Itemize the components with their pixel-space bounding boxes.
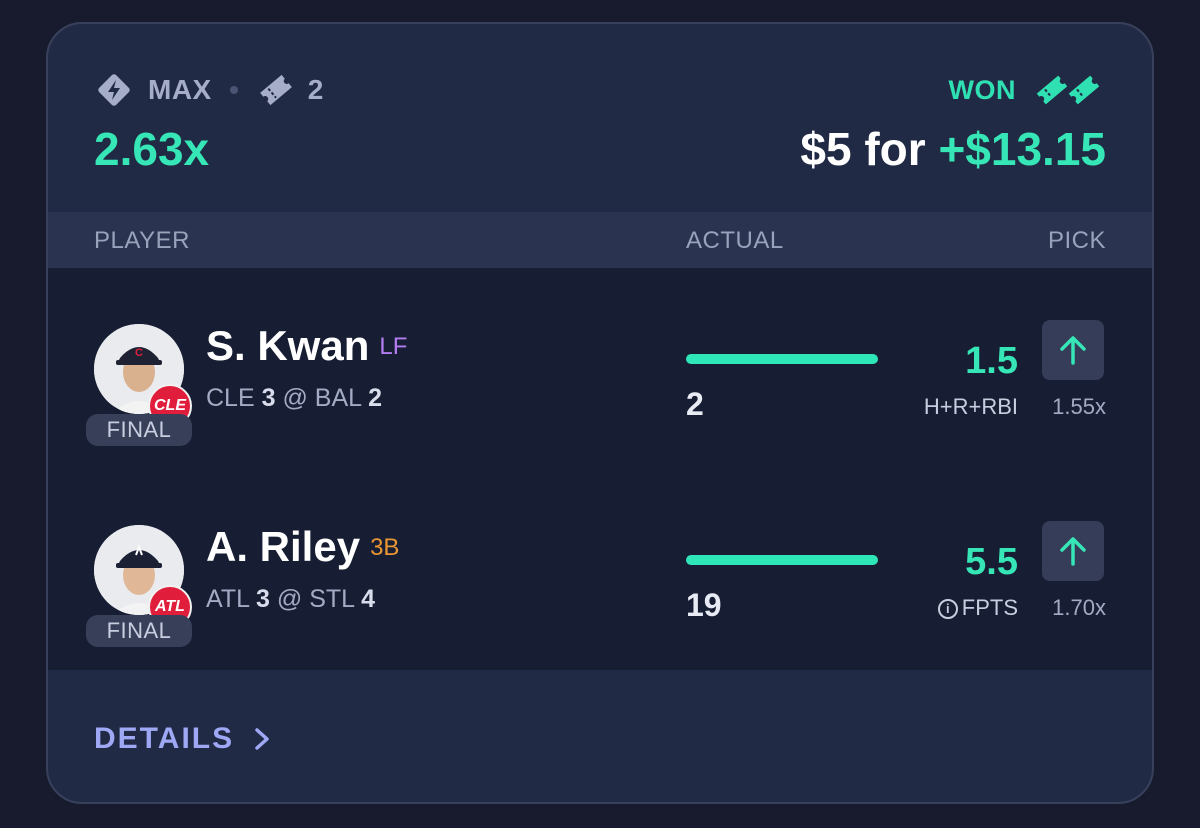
total-multiplier: 2.63x [94,123,210,175]
player-position: LF [379,333,408,360]
wager-amount: $5 for [800,123,926,175]
player-name: S. Kwan [206,322,370,369]
pick-multiplier: 1.55x [1052,394,1106,419]
entry-count: 2 [307,74,324,105]
pick-multiplier: 1.70x [1052,595,1106,620]
game-separator: @ [276,585,303,613]
player-name-line[interactable]: S. Kwan LF [206,322,407,370]
player-position: 3B [370,534,400,561]
player-name-line[interactable]: A. Riley 3B [206,523,399,571]
entry-card: MAX 2 2.63x WON $5 for +$13.15 PLAYER AC… [46,22,1154,804]
stat-type-line: i FPTS [818,595,1018,621]
projection-line: 5.5 [965,541,1018,583]
mode-label: MAX [148,74,212,105]
chevron-right-icon [255,728,269,750]
pick-row[interactable]: C CLE FINAL S. Kwan LF CLE 3 @ BAL 2 2 1.… [48,268,1152,468]
player-name: A. Riley [206,523,361,570]
game-opponent: STL [309,585,355,613]
arrow-up-icon [1060,537,1086,566]
stat-type: H+R+RBI [923,394,1018,419]
game-opponent-score: 4 [361,585,376,613]
pick-direction-button[interactable] [1042,320,1104,380]
actual-value: 19 [686,587,722,623]
status-label: WON [948,74,1016,105]
game-team-score: 3 [261,384,276,412]
game-separator: @ [282,384,308,412]
picks-list: C CLE FINAL S. Kwan LF CLE 3 @ BAL 2 2 1.… [48,268,1152,670]
svg-text:C: C [135,347,143,359]
progress-bar [686,354,878,364]
projection-line: 1.5 [965,340,1018,382]
won-tickets-icon [1030,70,1106,110]
game-team: ATL [206,585,250,613]
column-header: PLAYER ACTUAL PICK [48,212,1152,268]
info-icon[interactable]: i [937,598,958,619]
game-status-badge: FINAL [86,615,192,647]
game-team-score: 3 [256,585,270,613]
game-score: ATL 3 @ STL 4 [206,585,375,614]
max-lightning-icon [94,70,134,110]
winnings-amount: +$13.15 [938,123,1106,175]
game-opponent: BAL [314,384,362,412]
details-label: DETAILS [94,722,235,755]
progress-bar [686,555,878,565]
arrow-up-icon [1060,336,1086,365]
game-score: CLE 3 @ BAL 2 [206,384,382,413]
game-team: CLE [206,384,255,412]
game-opponent-score: 2 [368,384,382,412]
entry-meta: MAX 2 [94,70,323,110]
column-player: PLAYER [94,227,190,254]
column-actual: ACTUAL [686,227,784,254]
pick-row[interactable]: ATL FINAL A. Riley 3B ATL 3 @ STL 4 19 5.… [48,469,1152,669]
details-link[interactable]: DETAILS [94,722,276,756]
payout-summary: $5 for +$13.15 [800,122,1106,176]
result-status: WON [949,70,1106,110]
column-pick: PICK [1047,227,1106,254]
game-status-badge: FINAL [86,414,192,446]
separator-dot [229,86,238,94]
actual-value: 2 [686,386,704,422]
pick-direction-button[interactable] [1042,521,1104,581]
ticket-icon [256,73,296,107]
